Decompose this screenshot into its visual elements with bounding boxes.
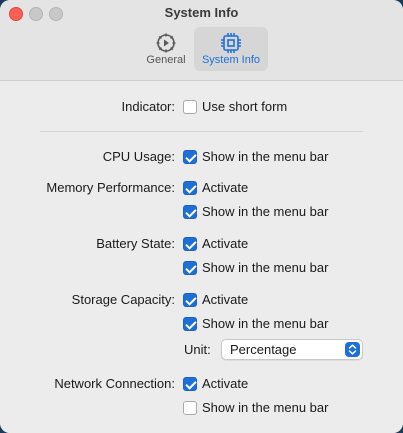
memory-menubar-row: Show in the menu bar — [0, 202, 403, 222]
memory-menubar-label[interactable]: Show in the menu bar — [202, 202, 328, 222]
storage-capacity-label: Storage Capacity: — [71, 292, 175, 307]
battery-menubar-row: Show in the menu bar — [0, 258, 403, 278]
network-connection-label: Network Connection: — [54, 376, 175, 391]
battery-activate-row: Battery State: Activate — [0, 234, 403, 254]
network-menubar-label[interactable]: Show in the menu bar — [202, 398, 328, 418]
battery-menubar-checkbox[interactable] — [183, 261, 197, 275]
unit-select-value: Percentage — [230, 342, 297, 357]
indicator-row: Indicator: Use short form — [0, 97, 403, 117]
cpu-usage-menubar-label[interactable]: Show in the menu bar — [202, 147, 328, 167]
network-activate-row: Network Connection: Activate — [0, 374, 403, 394]
network-activate-checkbox[interactable] — [183, 377, 197, 391]
unit-select[interactable]: Percentage — [221, 339, 363, 360]
section-divider — [40, 131, 363, 132]
memory-activate-checkbox[interactable] — [183, 181, 197, 195]
tab-general-label: General — [146, 54, 186, 66]
battery-activate-checkbox[interactable] — [183, 237, 197, 251]
indicator-label: Indicator: — [121, 99, 175, 114]
memory-activate-label[interactable]: Activate — [202, 178, 248, 198]
chevron-up-down-icon — [345, 342, 360, 357]
storage-activate-checkbox[interactable] — [183, 293, 197, 307]
memory-performance-label: Memory Performance: — [46, 180, 175, 195]
battery-activate-label[interactable]: Activate — [202, 234, 248, 254]
tab-system-info[interactable]: System Info — [194, 27, 268, 71]
window-title: System Info — [164, 5, 239, 20]
memory-activate-row: Memory Performance: Activate — [0, 178, 403, 198]
storage-activate-label[interactable]: Activate — [202, 290, 248, 310]
battery-menubar-label[interactable]: Show in the menu bar — [202, 258, 328, 278]
cpu-chip-icon — [221, 33, 241, 53]
title-bar: System Info General System Info — [0, 0, 403, 81]
battery-state-label: Battery State: — [96, 236, 175, 251]
storage-menubar-row: Show in the menu bar — [0, 314, 403, 334]
tab-general[interactable]: General — [140, 27, 192, 71]
indicator-short-form-label[interactable]: Use short form — [202, 97, 287, 117]
tab-system-info-label: System Info — [201, 54, 261, 66]
indicator-short-form-checkbox[interactable] — [183, 100, 197, 114]
cpu-usage-menubar-checkbox[interactable] — [183, 150, 197, 164]
storage-activate-row: Storage Capacity: Activate — [0, 290, 403, 310]
network-activate-label[interactable]: Activate — [202, 374, 248, 394]
network-menubar-row: Show in the menu bar — [0, 398, 403, 418]
gear-play-icon — [156, 33, 176, 53]
unit-label: Unit: — [184, 342, 211, 357]
storage-menubar-label[interactable]: Show in the menu bar — [202, 314, 328, 334]
network-menubar-checkbox[interactable] — [183, 401, 197, 415]
cpu-usage-row: CPU Usage: Show in the menu bar — [0, 147, 403, 167]
storage-menubar-checkbox[interactable] — [183, 317, 197, 331]
memory-menubar-checkbox[interactable] — [183, 205, 197, 219]
settings-panel: Indicator: Use short form CPU Usage: Sho… — [0, 81, 403, 433]
preferences-window: System Info General System Info Indicato… — [0, 0, 403, 433]
cpu-usage-label: CPU Usage: — [102, 149, 175, 164]
